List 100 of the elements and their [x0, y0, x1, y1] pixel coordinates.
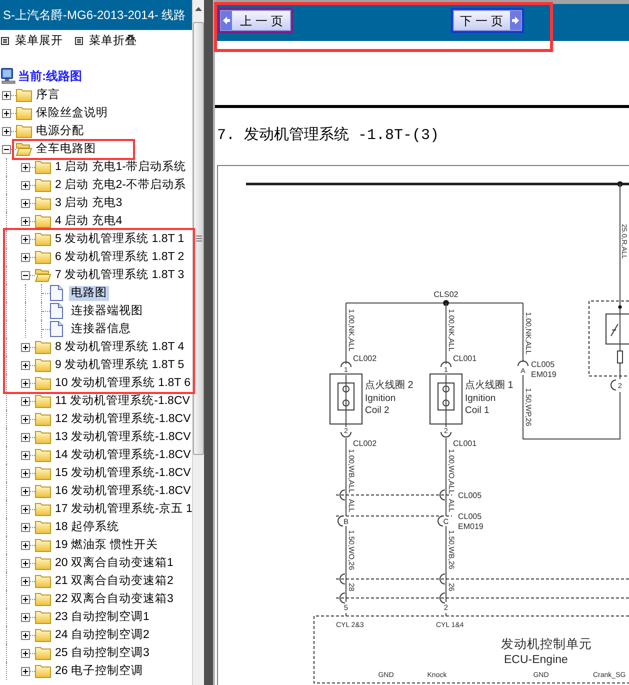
folder-icon — [35, 358, 51, 372]
folder-icon — [35, 412, 51, 426]
tree-item[interactable]: 22 双离合自动变速箱3 — [55, 592, 174, 606]
component-name: Coil 2 — [365, 405, 390, 416]
tree-item[interactable]: 18 起停系统 — [55, 520, 119, 534]
expand-icon[interactable] — [21, 540, 30, 550]
expand-icon[interactable] — [21, 360, 30, 370]
connector-arc-icon — [340, 490, 346, 500]
expand-icon[interactable] — [21, 630, 30, 640]
tree-item[interactable]: 24 自动控制空调2 — [55, 628, 150, 642]
connector-arc-icon — [438, 516, 444, 526]
expand-icon[interactable] — [21, 612, 30, 622]
expand-icon[interactable] — [2, 108, 11, 118]
expand-icon[interactable] — [21, 486, 30, 496]
tree-item[interactable]: 2 启动 充电2-不带启动系 — [55, 178, 186, 192]
expand-icon[interactable] — [2, 90, 11, 100]
tree-item[interactable]: 25 自动控制空调3 — [55, 646, 150, 660]
folder-icon — [35, 592, 51, 606]
folder-icon — [35, 232, 51, 246]
expand-icon[interactable] — [21, 504, 30, 514]
tree-item[interactable]: 序言 — [36, 88, 60, 102]
page-title: 7. 发动机管理系统 -1.8T-(3) — [217, 127, 440, 144]
tree-item[interactable]: 连接器信息 — [69, 322, 133, 336]
expand-icon[interactable] — [21, 468, 30, 478]
tree-item[interactable]: 3 启动 充电3 — [55, 196, 122, 210]
tree-item[interactable]: 17 发动机管理系统-京五 1 — [55, 502, 192, 516]
tree-item[interactable]: 21 双离合自动变速箱2 — [55, 574, 174, 588]
tree-item[interactable]: 13 发动机管理系统-1.8CV — [55, 430, 191, 444]
component-name: Coil 1 — [465, 405, 490, 416]
expand-icon[interactable] — [21, 648, 30, 658]
tree-item[interactable]: 26 电子控制空调 — [55, 664, 143, 678]
expand-icon[interactable] — [21, 432, 30, 442]
tree-item[interactable]: 16 发动机管理系统-1.8CV — [55, 484, 191, 498]
tree-item[interactable]: 4 启动 充电4 — [55, 214, 122, 228]
connector-arc-icon — [440, 362, 452, 368]
expand-icon[interactable] — [21, 216, 30, 226]
tree-item[interactable]: 10 发动机管理系统 1.8T 6 — [55, 376, 191, 390]
tree-item[interactable]: 电路图 — [69, 286, 109, 300]
tree-item[interactable]: 9 发动机管理系统 1.8T 5 — [55, 358, 184, 372]
component-name: 发动机控制单元 — [501, 637, 592, 651]
tree-item[interactable]: 20 双离合自动变速箱1 — [55, 556, 174, 570]
connector-label: EM019 — [458, 522, 484, 531]
component-name: 点火线圈 1 — [465, 380, 514, 391]
collapse-icon[interactable] — [21, 270, 30, 280]
connector-arc-icon — [340, 574, 346, 584]
expand-icon[interactable] — [21, 522, 30, 532]
tree-item[interactable]: 19 燃油泵 惯性开关 — [55, 538, 158, 552]
folder-icon — [35, 610, 51, 624]
expand-icon[interactable] — [21, 666, 30, 676]
collapse-icon[interactable] — [2, 144, 11, 154]
ignition-coil-icon — [330, 374, 362, 424]
expand-icon[interactable] — [21, 342, 30, 352]
tree-item[interactable]: 15 发动机管理系统-1.8CV — [55, 466, 191, 480]
tree-item[interactable]: 14 发动机管理系统-1.8CV — [55, 448, 191, 462]
pane-splitter[interactable] — [204, 0, 215, 685]
tree-item[interactable]: 23 自动控制空调1 — [55, 610, 150, 624]
tree-item[interactable]: 5 发动机管理系统 1.8T 1 — [55, 232, 184, 246]
tree-item[interactable]: 连接器端视图 — [69, 304, 145, 318]
junction-dot-icon — [443, 300, 449, 306]
menu-button[interactable]: 菜单折叠 — [75, 34, 137, 48]
caret-up-icon — [195, 7, 202, 11]
tree-item[interactable]: 11 发动机管理系统-1.8CV — [55, 394, 190, 408]
expand-icon[interactable] — [21, 162, 30, 172]
folder-icon — [35, 394, 51, 408]
ignition-coil-icon — [430, 374, 462, 424]
expand-icon[interactable] — [21, 594, 30, 604]
connector-label: CL001 — [453, 439, 477, 448]
tree-item[interactable]: 全车电路图 — [36, 142, 96, 156]
expand-icon[interactable] — [21, 252, 30, 262]
expand-icon[interactable] — [21, 396, 30, 406]
open-folder-icon — [35, 268, 51, 282]
expand-icon[interactable] — [21, 558, 30, 568]
connector-label: CL002 — [353, 439, 377, 448]
page-button[interactable]: 上 一 页 — [218, 8, 293, 33]
expand-icon[interactable] — [21, 180, 30, 190]
expand-icon[interactable] — [21, 234, 30, 244]
folder-icon — [35, 466, 51, 480]
folder-icon — [16, 124, 32, 138]
tree-item[interactable]: 电源分配 — [36, 124, 84, 138]
page-button[interactable]: 下 一 页 — [451, 8, 524, 33]
tree-item[interactable]: 12 发动机管理系统-1.8CV — [55, 412, 191, 426]
tree-item[interactable]: 1 启动 充电1-带启动系统 — [55, 160, 186, 174]
scrollbar-thumb[interactable] — [193, 22, 204, 455]
arrow-left-icon — [221, 11, 232, 30]
component-name: 点火线圈 2 — [365, 380, 414, 391]
tree-item[interactable]: 8 发动机管理系统 1.8T 4 — [55, 340, 184, 354]
connector-label: CL005 — [531, 360, 555, 369]
folder-icon — [35, 448, 51, 462]
expand-icon[interactable] — [21, 576, 30, 586]
expand-icon[interactable] — [21, 198, 30, 208]
expand-icon[interactable] — [21, 414, 30, 424]
folder-icon — [35, 538, 51, 552]
tree-item[interactable]: 7 发动机管理系统 1.8T 3 — [55, 268, 184, 282]
expand-icon[interactable] — [21, 378, 30, 388]
menu-button[interactable]: 菜单展开 — [1, 34, 63, 48]
tree-item[interactable]: 6 发动机管理系统 1.8T 2 — [55, 250, 184, 264]
tree-item[interactable]: 保险丝盒说明 — [36, 106, 108, 120]
expand-icon[interactable] — [2, 126, 11, 136]
page-icon — [50, 303, 63, 319]
expand-icon[interactable] — [21, 450, 30, 460]
